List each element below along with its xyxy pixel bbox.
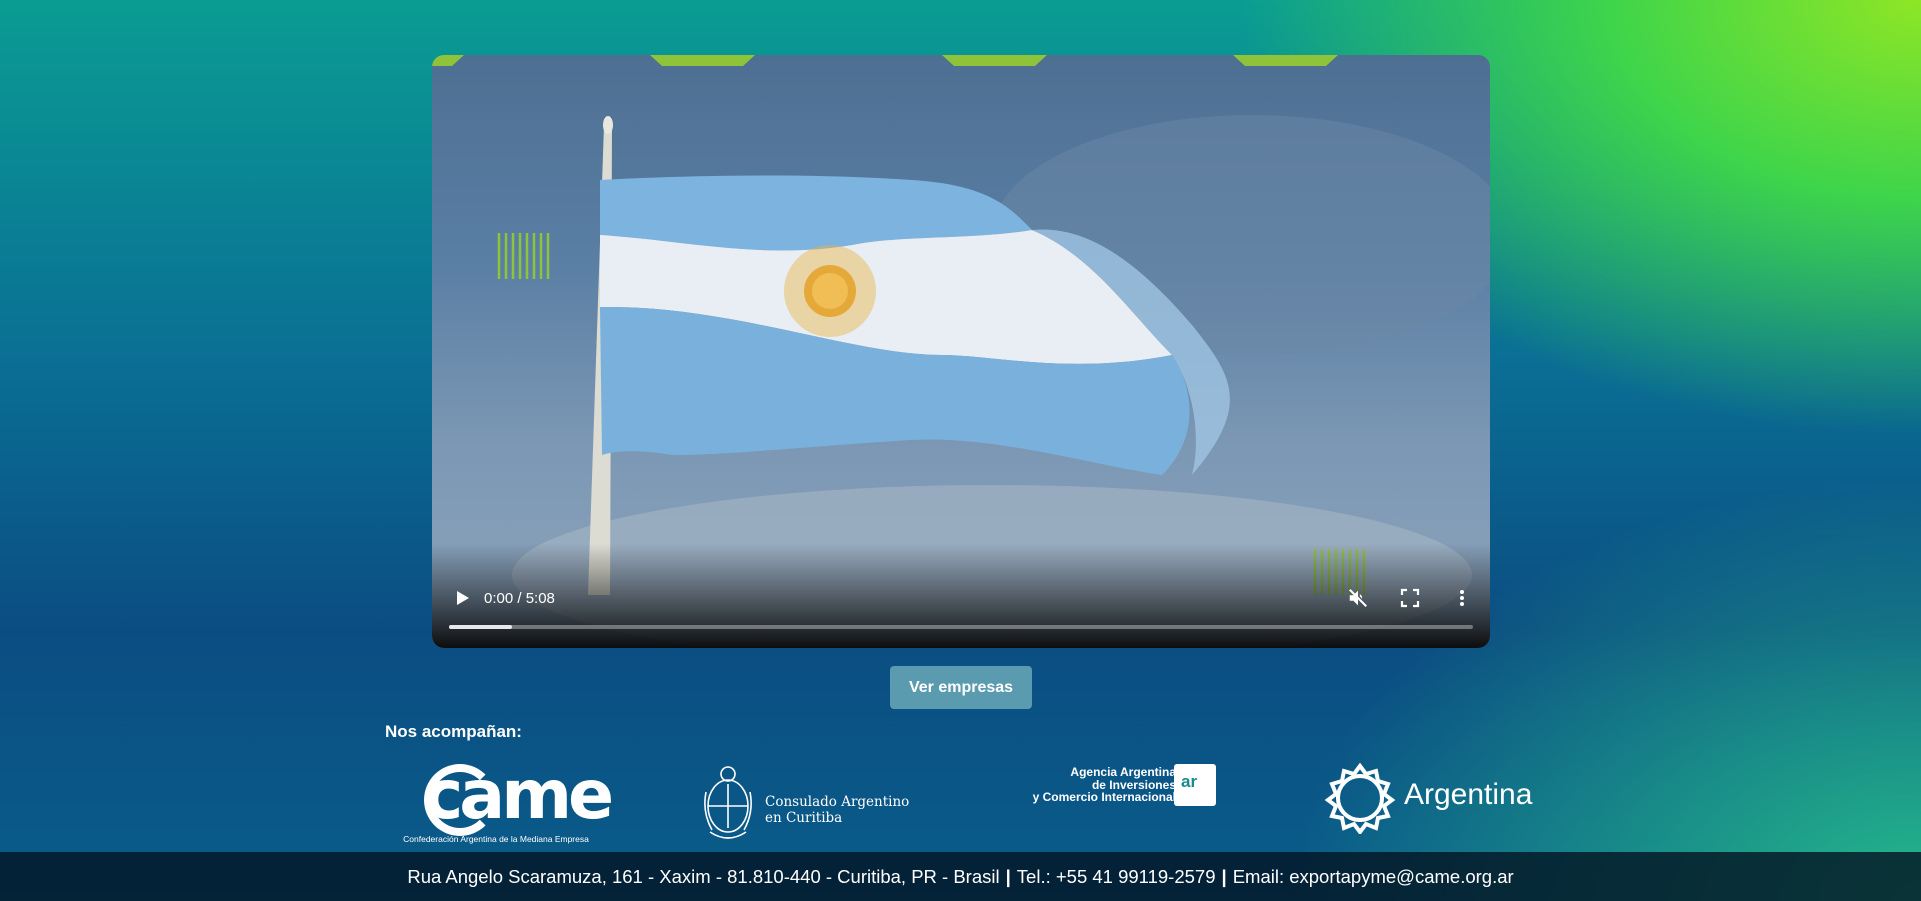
consulado-line2: en Curitiba xyxy=(765,810,843,826)
ar-badge-icon: ar xyxy=(1174,764,1216,806)
footer-separator: | xyxy=(1005,865,1011,887)
more-options-icon[interactable] xyxy=(1452,588,1472,608)
video-progress-bar[interactable] xyxy=(449,625,1473,629)
agencia-line1: Agencia Argentina xyxy=(1070,765,1176,779)
time-display: 0:00 / 5:08 xyxy=(484,589,555,607)
consulado-line1: Consulado Argentino xyxy=(765,794,910,810)
ver-empresas-button[interactable]: Ver empresas xyxy=(890,666,1032,709)
agencia-logo[interactable]: Agencia Argentina de Inversiones y Comer… xyxy=(1010,762,1228,808)
came-logo[interactable]: came Confederación Argentina de la Media… xyxy=(398,760,614,846)
consulado-logo[interactable]: Consulado Argentino en Curitiba xyxy=(704,762,914,844)
footer: Rua Angelo Scaramuza, 161 - Xaxim - 81.8… xyxy=(0,852,1921,901)
controls-bar: 0:00 / 5:08 xyxy=(432,586,1490,610)
argentina-logo[interactable]: Argentina xyxy=(1324,762,1534,834)
sponsors-heading: Nos acompañan: xyxy=(385,722,522,741)
video-player[interactable]: 0:00 / 5:08 xyxy=(432,55,1490,648)
agencia-line3: y Comercio Internacional xyxy=(1032,790,1176,804)
progress-buffered xyxy=(449,625,513,629)
volume-muted-icon[interactable] xyxy=(1347,587,1369,609)
footer-email[interactable]: Email: exportapyme@came.org.ar xyxy=(1233,866,1514,888)
footer-address: Rua Angelo Scaramuza, 161 - Xaxim - 81.8… xyxy=(407,865,1000,887)
argentina-sun-emblem-icon xyxy=(1324,762,1396,834)
argentina-wordmark: Argentina xyxy=(1404,778,1533,811)
decor-bars-left xyxy=(497,233,550,279)
came-wordmark: came xyxy=(423,756,614,835)
play-icon[interactable] xyxy=(452,588,472,608)
coat-of-arms-icon xyxy=(704,766,752,839)
ar-badge-text: ar xyxy=(1181,772,1198,791)
footer-separator: | xyxy=(1221,865,1227,887)
came-subtitle: Confederación Argentina de la Mediana Em… xyxy=(403,834,589,844)
sun-of-may-icon xyxy=(784,245,876,337)
fullscreen-icon[interactable] xyxy=(1400,588,1420,608)
footer-phone: Tel.: +55 41 99119-2579 xyxy=(1016,865,1216,887)
